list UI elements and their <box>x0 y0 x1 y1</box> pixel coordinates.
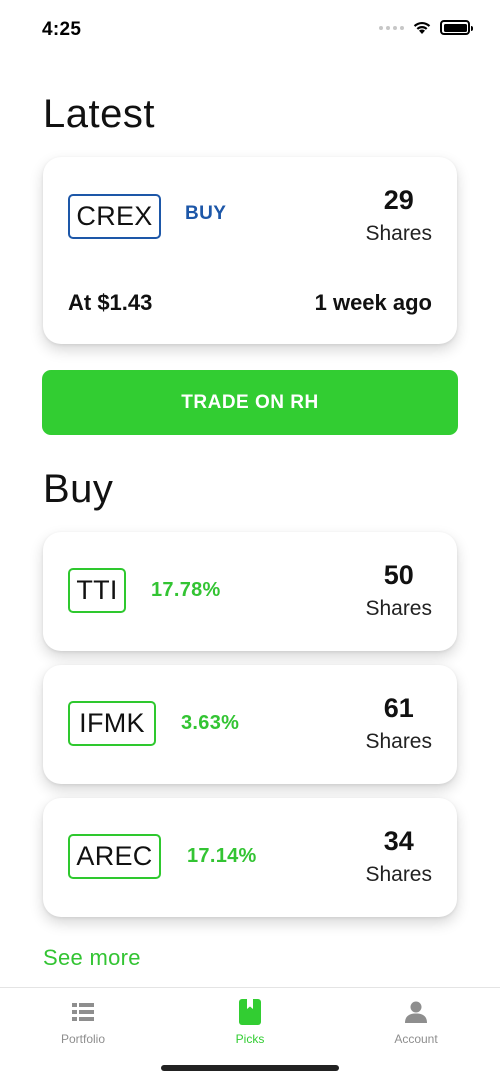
shares-count: 34 <box>383 826 414 856</box>
bookmark-icon <box>239 999 261 1025</box>
percent-change: 3.63% <box>181 712 240 734</box>
status-bar: 4:25 <box>0 0 500 60</box>
shares-label: Shares <box>365 222 432 245</box>
trade-on-rh-button[interactable]: TRADE ON RH <box>42 370 458 435</box>
see-more-link[interactable]: See more <box>43 945 141 971</box>
tab-account[interactable]: Account <box>356 998 476 1046</box>
status-time: 4:25 <box>42 19 82 40</box>
list-icon <box>72 1003 94 1021</box>
percent-change: 17.14% <box>187 845 257 867</box>
tab-label: Portfolio <box>60 1032 106 1046</box>
tab-label: Picks <box>235 1032 265 1046</box>
ticker-badge: IFMK <box>68 701 156 746</box>
tab-picks[interactable]: Picks <box>190 998 310 1046</box>
shares-label: Shares <box>365 730 432 753</box>
pick-time: 1 week ago <box>314 290 432 315</box>
cellular-signal-icon <box>379 25 404 30</box>
person-icon <box>405 1001 427 1023</box>
battery-icon <box>440 20 473 35</box>
shares-block: 34 Shares <box>365 826 432 887</box>
shares-block: 61 Shares <box>365 693 432 754</box>
ticker-badge: AREC <box>68 834 161 879</box>
ticker-badge: TTI <box>68 568 126 613</box>
status-icons <box>379 20 473 35</box>
shares-label: Shares <box>365 863 432 886</box>
tab-portfolio[interactable]: Portfolio <box>23 998 143 1046</box>
latest-pick-card[interactable]: CREX BUY 29 Shares At $1.43 1 week ago <box>43 157 457 344</box>
ticker-badge: CREX <box>68 194 161 239</box>
shares-block: 29 Shares <box>365 185 432 246</box>
action-label: BUY <box>185 203 227 224</box>
wifi-icon <box>413 21 431 34</box>
shares-label: Shares <box>365 597 432 620</box>
pick-price: At $1.43 <box>68 290 153 315</box>
latest-heading: Latest <box>43 92 155 136</box>
buy-card[interactable]: TTI 17.78% 50 Shares <box>43 532 457 651</box>
shares-count: 61 <box>383 693 414 723</box>
tab-label: Account <box>394 1032 438 1046</box>
home-indicator <box>161 1065 339 1071</box>
percent-change: 17.78% <box>151 579 221 601</box>
buy-card[interactable]: AREC 17.14% 34 Shares <box>43 798 457 917</box>
shares-count: 29 <box>383 185 414 215</box>
buy-heading: Buy <box>43 467 114 511</box>
buy-card[interactable]: IFMK 3.63% 61 Shares <box>43 665 457 784</box>
shares-count: 50 <box>383 560 414 590</box>
shares-block: 50 Shares <box>365 560 432 621</box>
